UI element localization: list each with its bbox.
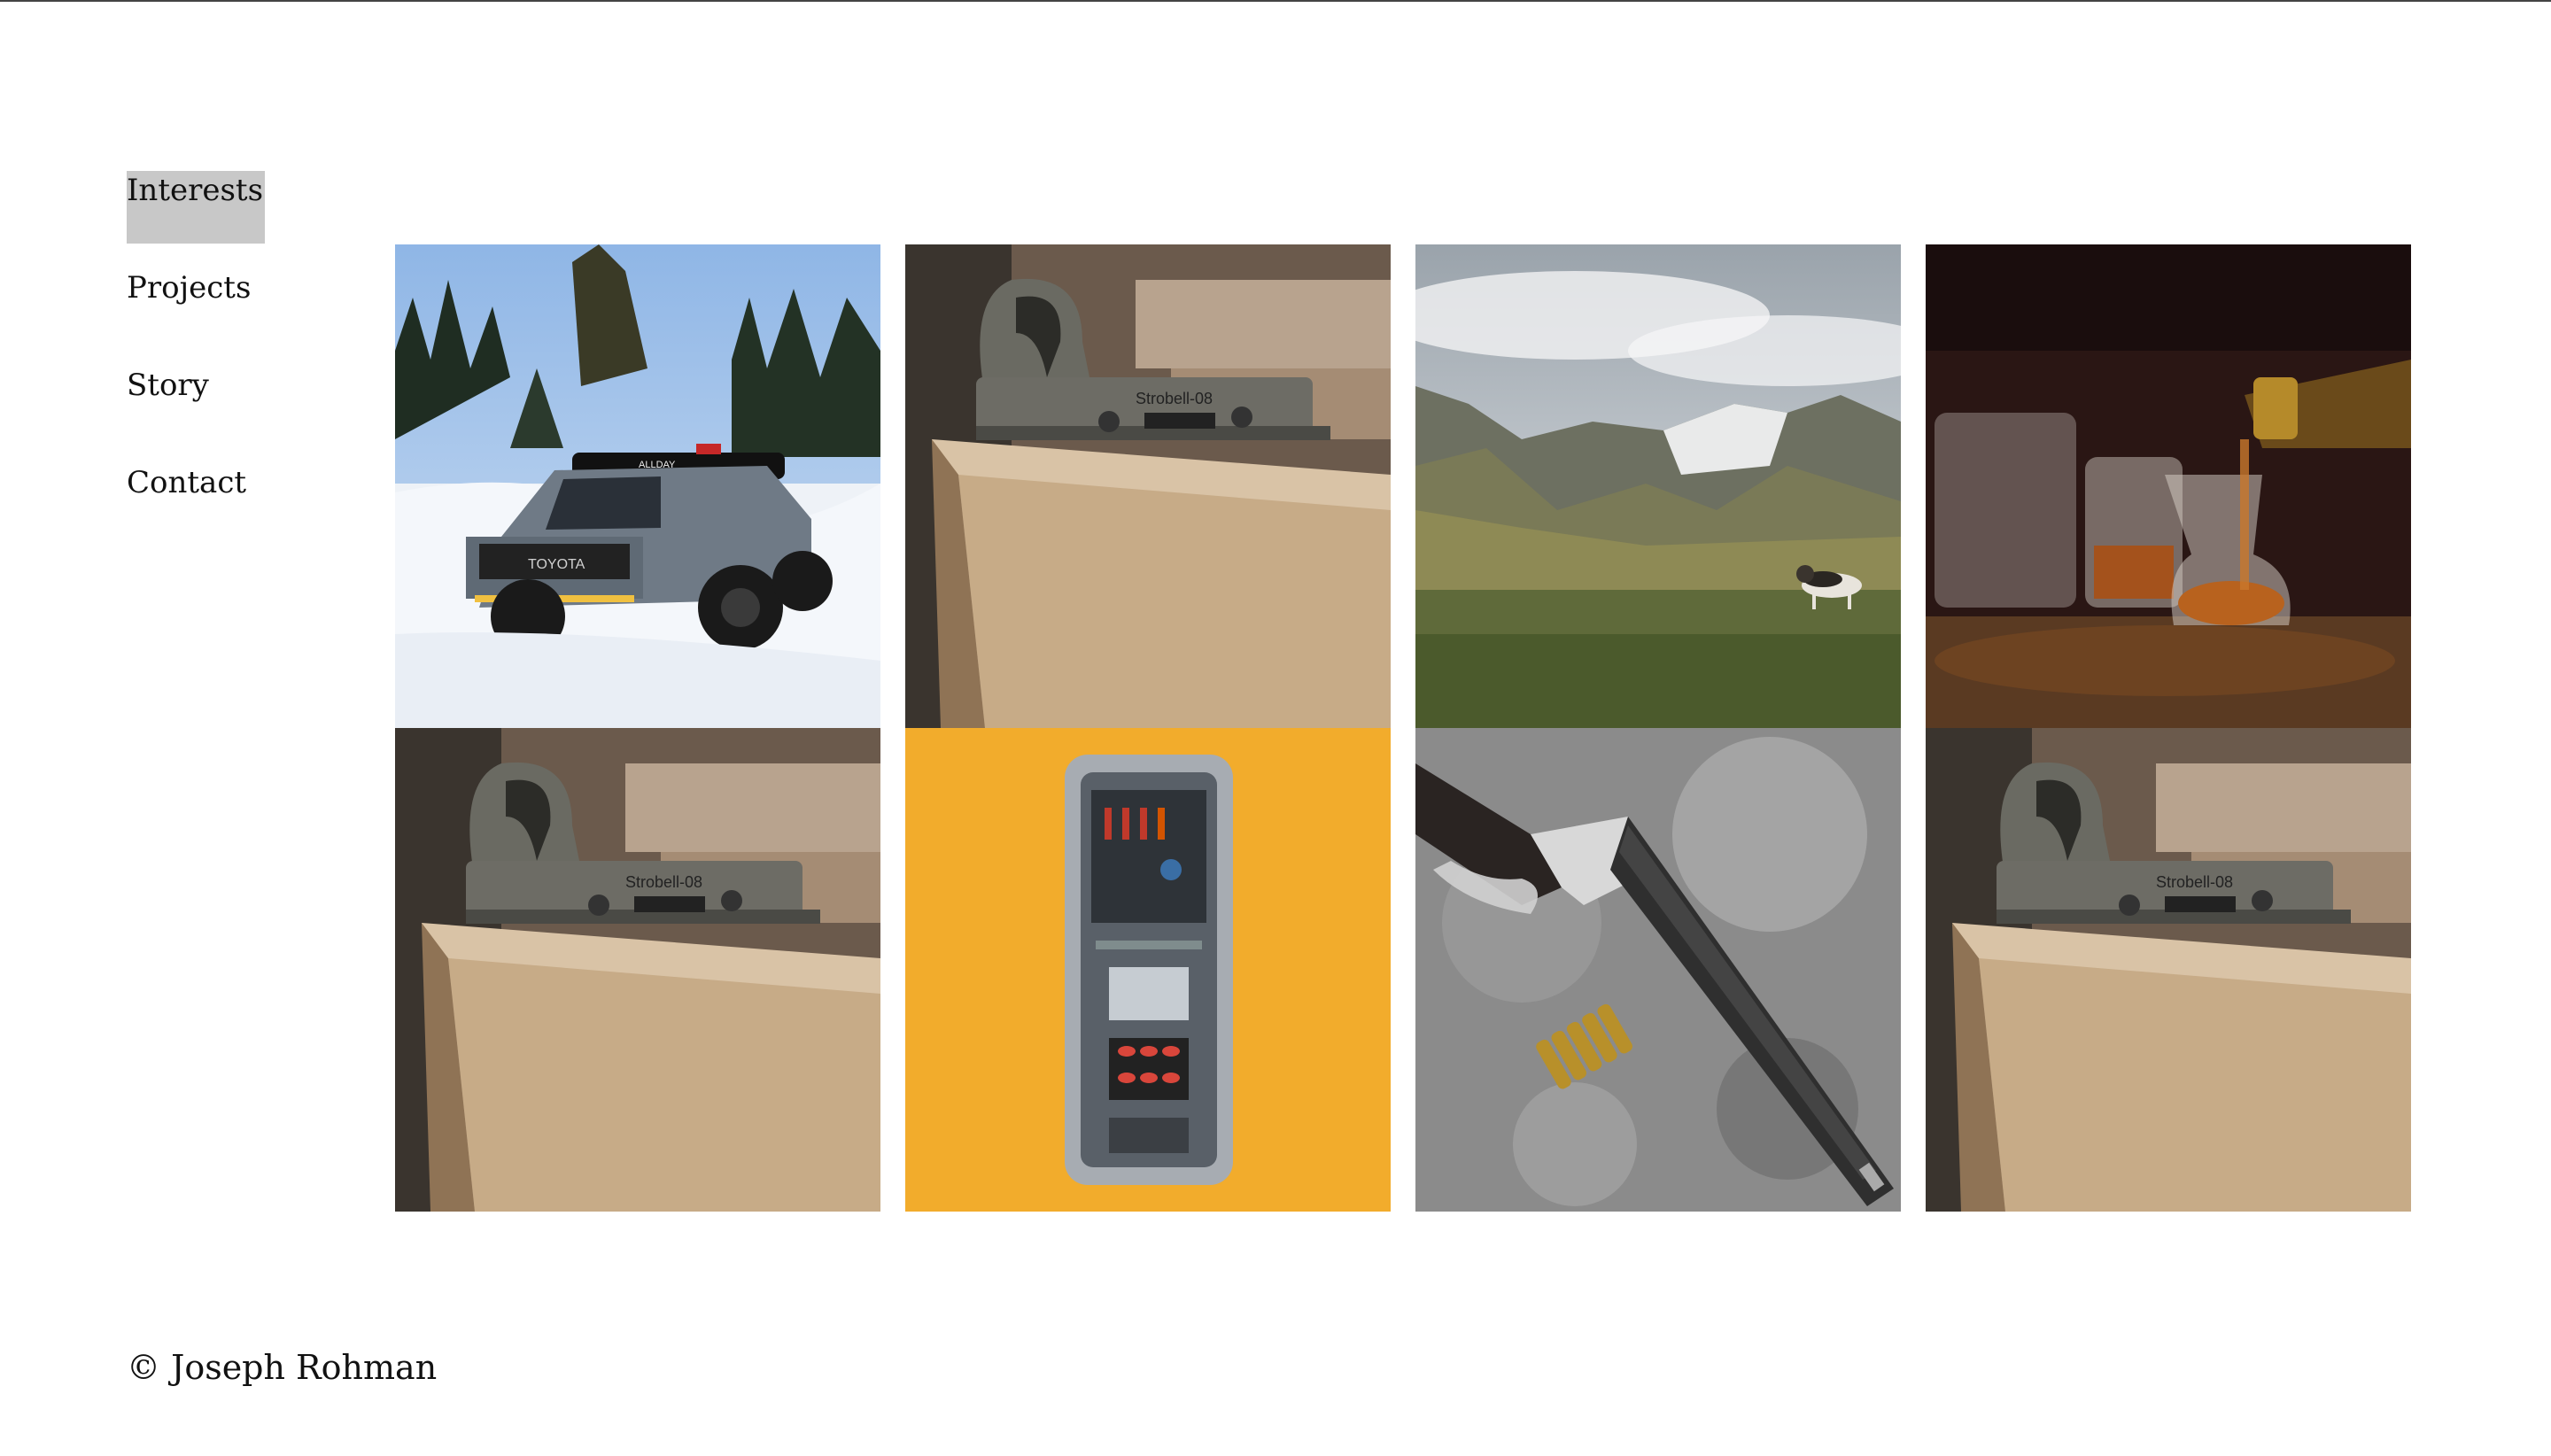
gallery-tile-plane[interactable]: Strobell-08 bbox=[905, 244, 1391, 728]
gallery-tile-pedal[interactable] bbox=[905, 728, 1391, 1212]
truck-photo: TOYOTA ALLDAY bbox=[395, 244, 880, 728]
gallery-tile-truck[interactable]: TOYOTA ALLDAY bbox=[395, 244, 880, 728]
gallery-tile-mountains[interactable] bbox=[1415, 244, 1901, 728]
top-rule bbox=[0, 0, 2551, 2]
svg-text:TOYOTA: TOYOTA bbox=[528, 557, 585, 572]
gallery-tile-plane[interactable]: Strobell-08 bbox=[1926, 728, 2411, 1212]
photo-gallery: TOYOTA ALLDAY Strobell-08 Strobell-08 St… bbox=[395, 244, 2411, 1212]
svg-text:ALLDAY: ALLDAY bbox=[639, 460, 676, 470]
plane-photo: Strobell-08 bbox=[905, 244, 1391, 728]
pedal-photo bbox=[905, 728, 1391, 1212]
svg-text:Strobell-08: Strobell-08 bbox=[1136, 390, 1213, 407]
main-nav: Interests Projects Story Contact bbox=[127, 171, 266, 561]
svg-text:Strobell-08: Strobell-08 bbox=[625, 873, 702, 891]
svg-text:Strobell-08: Strobell-08 bbox=[2156, 873, 2233, 891]
gallery-tile-plane[interactable]: Strobell-08 bbox=[395, 728, 880, 1212]
nav-item-interests[interactable]: Interests bbox=[127, 171, 266, 244]
footer-copyright: © Joseph Rohman bbox=[127, 1348, 438, 1387]
gallery-tile-rifle[interactable] bbox=[1415, 728, 1901, 1212]
gallery-tile-whisky[interactable] bbox=[1926, 244, 2411, 728]
plane-photo: Strobell-08 bbox=[1926, 728, 2411, 1212]
mountain-photo bbox=[1415, 244, 1901, 728]
nav-item-story[interactable]: Story bbox=[127, 366, 211, 415]
nav-item-contact[interactable]: Contact bbox=[127, 463, 248, 513]
plane-photo: Strobell-08 bbox=[395, 728, 880, 1212]
rifle-photo bbox=[1415, 728, 1901, 1212]
whisky-photo bbox=[1926, 244, 2411, 728]
nav-item-projects[interactable]: Projects bbox=[127, 268, 252, 318]
